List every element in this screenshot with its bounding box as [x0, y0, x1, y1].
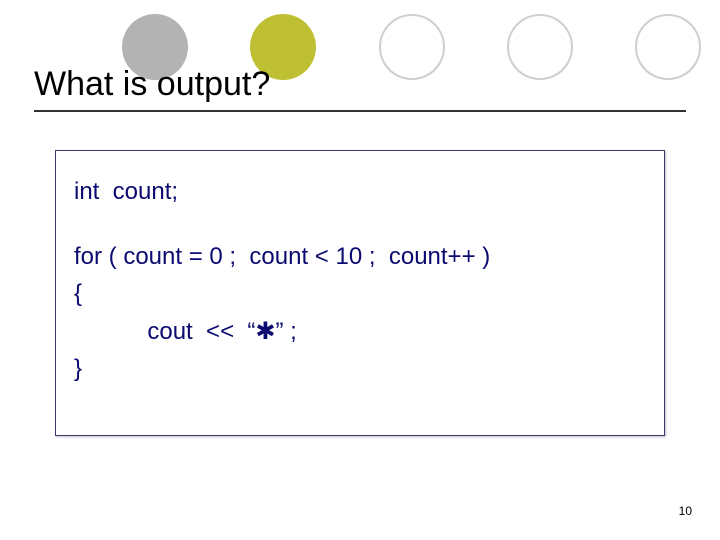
code-box: int count; for ( count = 0 ; count < 10 … — [55, 150, 665, 436]
page-number: 10 — [679, 504, 692, 518]
code-blank-line — [74, 210, 646, 238]
slide-title: What is output? — [34, 65, 686, 110]
title-underline — [34, 110, 686, 112]
code-line-declaration: int count; — [74, 173, 646, 210]
code-line-close-brace: } — [74, 350, 646, 387]
code-line-open-brace: { — [74, 275, 646, 312]
slide-title-block: What is output? — [34, 65, 686, 112]
code-line-cout: cout << “✱” ; — [74, 313, 646, 350]
code-line-for: for ( count = 0 ; count < 10 ; count++ ) — [74, 238, 646, 275]
